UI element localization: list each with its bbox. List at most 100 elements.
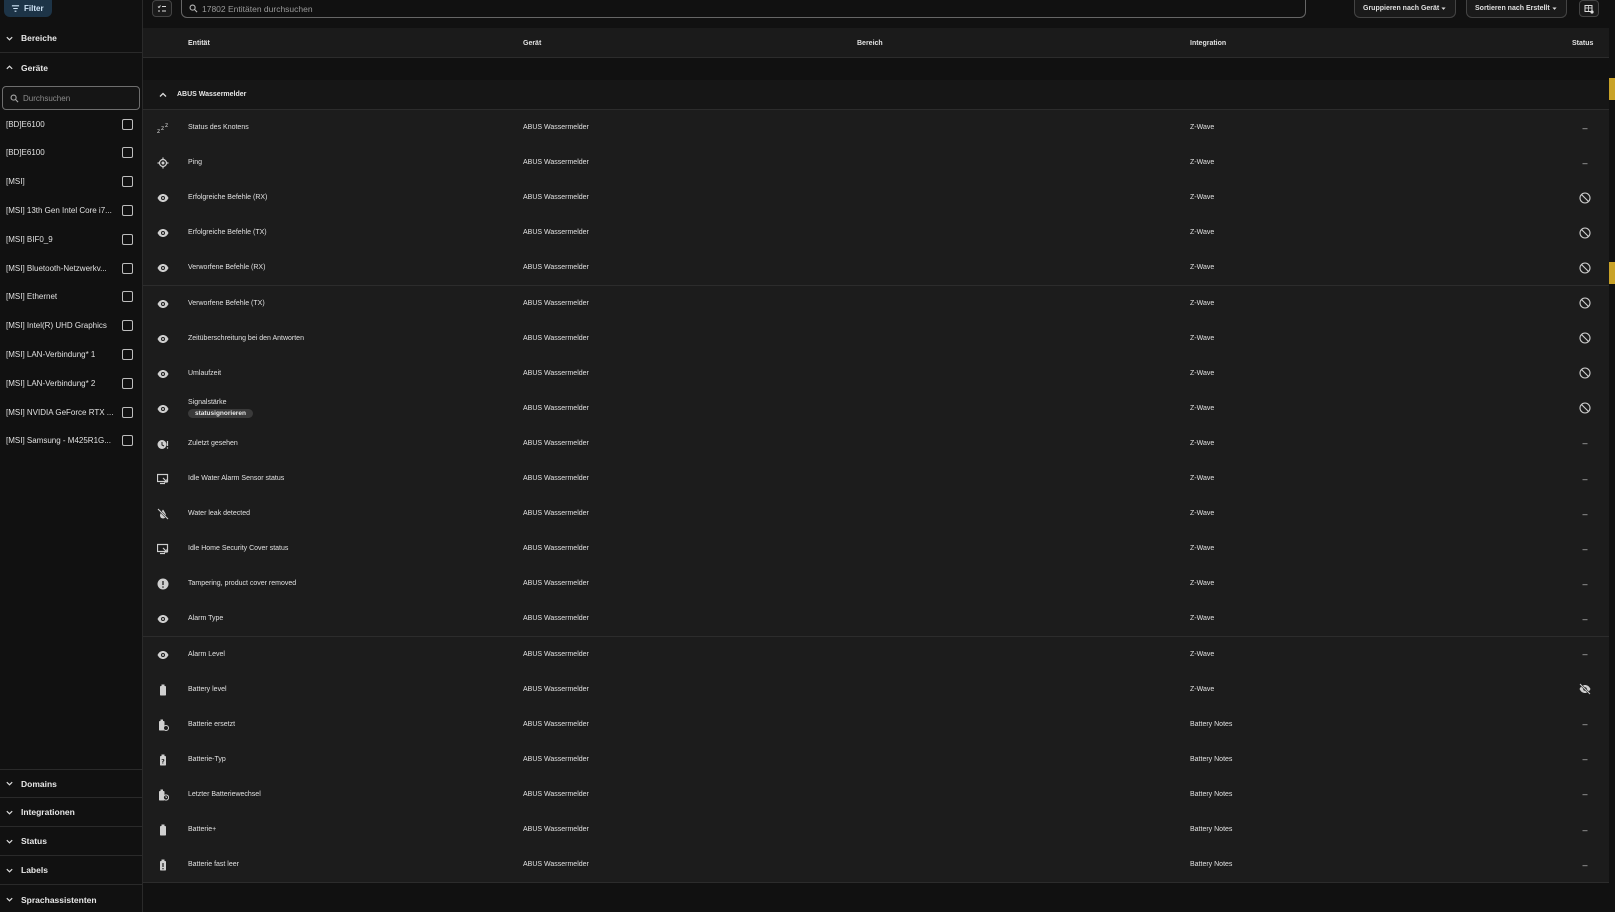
device-filter-item[interactable]: [MSI] 13th Gen Intel Core i7... bbox=[0, 196, 143, 224]
entity-name-cell: Battery level bbox=[188, 672, 227, 707]
battery-sync-icon bbox=[156, 718, 170, 732]
table-row[interactable]: Tampering, product cover removed ABUS Was… bbox=[143, 566, 1615, 603]
device-filter-checkbox[interactable] bbox=[122, 233, 133, 245]
eye-icon bbox=[156, 367, 170, 381]
device-cell: ABUS Wassermelder bbox=[523, 404, 589, 412]
table-row[interactable]: Zuletzt gesehen ABUS Wassermelder Z-Wave – bbox=[143, 425, 1615, 462]
entity-name: Verworfene Befehle (TX) bbox=[188, 299, 265, 307]
table-row[interactable]: Erfolgreiche Befehle (RX) ABUS Wassermeld… bbox=[143, 180, 1615, 217]
table-row[interactable]: Erfolgreiche Befehle (TX) ABUS Wassermeld… bbox=[143, 215, 1615, 252]
device-filter-checkbox[interactable] bbox=[122, 204, 133, 216]
status-cell: – bbox=[1582, 859, 1588, 870]
device-cell: ABUS Wassermelder bbox=[523, 264, 589, 272]
device-filter-item[interactable]: [MSI] Intel(R) UHD Graphics bbox=[0, 312, 143, 340]
device-filter-checkbox[interactable] bbox=[122, 348, 133, 360]
device-filter-item[interactable]: [MSI] LAN-Verbindung* 1 bbox=[0, 340, 143, 368]
device-filter-label: [MSI] Samsung - M425R1G... bbox=[6, 436, 111, 446]
device-filter-checkbox[interactable] bbox=[122, 176, 133, 188]
device-filter-item[interactable]: [MSI] Samsung - M425R1G... bbox=[0, 427, 143, 455]
section-labels[interactable]: Labels bbox=[0, 856, 143, 885]
group-header[interactable]: ABUS Wassermelder bbox=[143, 80, 1615, 110]
entity-search-box[interactable] bbox=[181, 0, 1306, 18]
device-filter-checkbox[interactable] bbox=[122, 118, 133, 130]
device-filter-checkbox[interactable] bbox=[122, 147, 133, 159]
integration-cell: Z-Wave bbox=[1190, 580, 1215, 588]
table-row[interactable]: ? Batterie-Typ ABUS Wassermelder Battery No… bbox=[143, 741, 1615, 778]
status-cell bbox=[1576, 180, 1594, 215]
table-row[interactable]: Idle Water Alarm Sensor status ABUS Wasse… bbox=[143, 461, 1615, 497]
table-row[interactable]: Signalstärke statusignorieren ABUS Wasserm… bbox=[143, 390, 1615, 427]
device-filter-checkbox[interactable] bbox=[122, 435, 133, 447]
caret-down-icon bbox=[1441, 7, 1446, 10]
table-row[interactable]: Water leak detected ABUS Wassermelder Z-Wa… bbox=[143, 496, 1615, 533]
section-label: Integrationen bbox=[21, 807, 75, 817]
device-cell: ABUS Wassermelder bbox=[523, 861, 589, 869]
column-header-entity[interactable]: Entität bbox=[188, 28, 210, 58]
device-filter-item[interactable]: [MSI] bbox=[0, 168, 143, 196]
chevron-down-icon bbox=[6, 781, 13, 786]
status-cell: – bbox=[1582, 824, 1588, 835]
table-row[interactable]: z z z Status des Knotens ABUS Wassermelder Z-… bbox=[143, 110, 1615, 146]
entity-search-input[interactable] bbox=[202, 3, 1102, 14]
table-row[interactable]: Alarm Level ABUS Wassermelder Z-Wave – bbox=[143, 636, 1615, 673]
entities-table-panel: Gruppieren nach Gerät Sortieren nach Ers… bbox=[143, 0, 1615, 912]
section-label: Bereiche bbox=[21, 33, 57, 43]
eye-icon bbox=[156, 261, 170, 275]
table-row[interactable]: Umlaufzeit ABUS Wassermelder Z-Wave bbox=[143, 355, 1615, 392]
device-filter-item[interactable]: [BD]E6100 bbox=[0, 139, 143, 167]
section-integrationen[interactable]: Integrationen bbox=[0, 798, 143, 827]
svg-text:z: z bbox=[157, 128, 160, 134]
alert-circle-icon bbox=[156, 577, 170, 591]
device-filter-item[interactable]: [MSI] NVIDIA GeForce RTX ... bbox=[0, 398, 143, 426]
column-header-status[interactable]: Status bbox=[1572, 28, 1593, 58]
chevron-up-icon bbox=[159, 92, 167, 97]
device-search-input[interactable] bbox=[23, 93, 133, 103]
device-cell: ABUS Wassermelder bbox=[523, 755, 589, 763]
section-bereiche[interactable]: Bereiche bbox=[0, 24, 143, 53]
table-row[interactable]: Idle Home Security Cover status ABUS Wass… bbox=[143, 531, 1615, 568]
device-filter-checkbox[interactable] bbox=[122, 377, 133, 389]
device-filter-checkbox[interactable] bbox=[122, 320, 133, 332]
device-filter-checkbox[interactable] bbox=[122, 406, 133, 418]
eye-icon bbox=[156, 297, 170, 311]
table-row[interactable]: Ping ABUS Wassermelder Z-Wave – bbox=[143, 145, 1615, 182]
device-search-box[interactable] bbox=[2, 86, 140, 110]
section-status[interactable]: Status bbox=[0, 827, 143, 856]
table-row[interactable]: Verworfene Befehle (TX) ABUS Wassermelder… bbox=[143, 285, 1615, 322]
selection-mode-button[interactable] bbox=[152, 0, 172, 17]
table-row[interactable]: Verworfene Befehle (RX) ABUS Wassermelder… bbox=[143, 250, 1615, 287]
device-filter-item[interactable]: [MSI] BIF0_9 bbox=[0, 225, 143, 253]
entity-name-cell: Erfolgreiche Befehle (TX) bbox=[188, 215, 267, 250]
device-filter-item[interactable]: [MSI] Ethernet bbox=[0, 283, 143, 311]
table-row[interactable]: Batterie ersetzt ABUS Wassermelder Battery… bbox=[143, 706, 1615, 743]
table-settings-button[interactable] bbox=[1579, 0, 1599, 17]
disabled-icon bbox=[1579, 192, 1591, 204]
filter-button[interactable]: Filter bbox=[4, 0, 52, 17]
entity-name: Batterie+ bbox=[188, 826, 217, 833]
column-header-integration[interactable]: Integration bbox=[1190, 28, 1226, 58]
section-sprachassistenten[interactable]: Sprachassistenten bbox=[0, 885, 143, 912]
table-row[interactable]: Alarm Type ABUS Wassermelder Z-Wave – bbox=[143, 601, 1615, 638]
device-filter-item[interactable]: [MSI] LAN-Verbindung* 2 bbox=[0, 369, 143, 397]
background-accent bbox=[1609, 262, 1615, 284]
device-filter-checkbox[interactable] bbox=[122, 262, 133, 274]
section-domains[interactable]: Domains bbox=[0, 769, 143, 798]
table-row[interactable]: Batterie+ ABUS Wassermelder Battery Notes – bbox=[143, 812, 1615, 848]
column-header-device[interactable]: Gerät bbox=[523, 28, 541, 58]
sort-by-dropdown[interactable]: Sortieren nach Erstellt bbox=[1466, 0, 1567, 18]
eye-icon bbox=[156, 612, 170, 626]
entity-name: Alarm Level bbox=[188, 650, 225, 658]
table-row[interactable]: Zeitüberschreitung bei den Antworten ABUS… bbox=[143, 320, 1615, 357]
entity-name-cell: Batterie ersetzt bbox=[188, 707, 235, 742]
entity-name-cell: Idle Water Alarm Sensor status bbox=[188, 461, 284, 496]
section-geraete[interactable]: Geräte bbox=[0, 53, 143, 82]
table-row[interactable]: Letzter Batteriewechsel ABUS Wassermelder… bbox=[143, 776, 1615, 813]
device-filter-item[interactable]: [BD]E6100 bbox=[0, 110, 143, 138]
table-row[interactable]: Batterie fast leer ABUS Wassermelder Batte… bbox=[143, 847, 1615, 884]
table-row[interactable]: Battery level ABUS Wassermelder Z-Wave bbox=[143, 671, 1615, 708]
list-check-icon bbox=[157, 4, 166, 11]
device-filter-checkbox[interactable] bbox=[122, 291, 133, 303]
device-filter-item[interactable]: [MSI] Bluetooth-Netzwerkv... bbox=[0, 254, 143, 282]
column-header-area[interactable]: Bereich bbox=[857, 28, 883, 58]
group-by-dropdown[interactable]: Gruppieren nach Gerät bbox=[1354, 0, 1456, 18]
